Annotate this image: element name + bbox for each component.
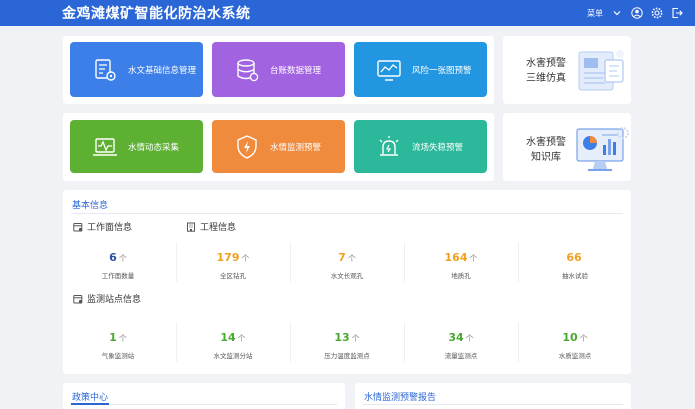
tile-label: 流场失稳预警 <box>412 142 464 153</box>
stat-pumping-tests: 66 抽水试验 <box>520 246 630 280</box>
tile-label: 水情监测预警 <box>270 142 322 153</box>
stat-value: 34 <box>448 331 464 344</box>
divider <box>518 322 519 362</box>
header-actions: 菜单 <box>587 0 683 26</box>
tile-flow-warning[interactable]: 流场失稳预警 <box>354 120 487 173</box>
stat-label: 水文监测分站 <box>213 352 253 360</box>
stat-label: 气象监测站 <box>101 352 135 360</box>
card-label: 水害预警 知识库 <box>526 137 566 163</box>
stat-label: 流量监测点 <box>444 352 478 360</box>
stat-unit: 个 <box>469 254 478 263</box>
water-report-panel: 水情监测预警报告 <box>355 383 631 409</box>
stat-unit: 个 <box>579 334 588 343</box>
stat-value: 14 <box>220 331 236 344</box>
stat-pressure-temp-points: 13 个 压力温度监测点 <box>292 326 402 360</box>
stat-value: 179 <box>216 251 240 264</box>
divider <box>176 322 177 362</box>
stat-work-faces: 6个 工作面数量 <box>63 246 173 280</box>
tile-label: 水情动态采集 <box>128 142 180 153</box>
document-illustration-icon <box>575 46 629 100</box>
card-label: 水害预警 三维仿真 <box>526 58 566 84</box>
stat-observation-holes: 7个 水文长观孔 <box>292 246 402 280</box>
stat-label: 水文长观孔 <box>330 272 364 280</box>
stat-value: 164 <box>444 251 468 264</box>
stat-unit: 个 <box>465 334 474 343</box>
section-divider <box>363 404 623 405</box>
tile-risk-map[interactable]: 风险一张图预警 <box>354 42 487 97</box>
policy-center-title[interactable]: 政策中心 <box>72 390 108 403</box>
active-tab-underline <box>71 403 109 405</box>
water-report-title[interactable]: 水情监测预警报告 <box>364 390 436 403</box>
section-divider <box>71 404 337 405</box>
user-icon[interactable] <box>631 7 643 19</box>
laptop-pulse-icon <box>90 132 120 162</box>
stat-unit: 个 <box>237 334 246 343</box>
calendar-gear-icon <box>73 294 83 304</box>
tile-label: 台账数据管理 <box>270 65 322 76</box>
stat-geology-holes: 164 个 地质孔 <box>406 246 516 280</box>
tile-ledger-data[interactable]: 台账数据管理 <box>212 42 345 97</box>
divider <box>404 322 405 362</box>
stat-unit: 个 <box>118 254 127 263</box>
stat-flow-points: 34 个 流量监测点 <box>406 326 516 360</box>
tile-label: 风险一张图预警 <box>412 65 472 76</box>
stat-water-quality-points: 10 个 水质监测点 <box>520 326 630 360</box>
divider <box>290 242 291 282</box>
database-icon <box>232 55 262 85</box>
tile-water-collect[interactable]: 水情动态采集 <box>70 120 203 173</box>
stat-value: 1 <box>109 331 117 344</box>
menu-button[interactable]: 菜单 <box>587 8 603 19</box>
tile-label: 水文基础信息管理 <box>128 65 197 76</box>
logout-icon[interactable] <box>671 7 683 19</box>
divider <box>176 242 177 282</box>
stat-label: 地质孔 <box>451 272 471 280</box>
shield-bolt-icon <box>232 132 262 162</box>
dashboard-illustration-icon <box>573 123 631 181</box>
document-gear-icon <box>90 55 120 85</box>
divider <box>404 242 405 282</box>
stat-label: 水质监测点 <box>558 352 592 360</box>
building-icon <box>186 222 196 232</box>
divider <box>290 322 291 362</box>
card-3d-simulation[interactable]: 水害预警 三维仿真 <box>503 36 631 104</box>
stat-label: 全区钻孔 <box>220 272 246 280</box>
app-header: 金鸡滩煤矿智能化防治水系统 菜单 <box>0 0 695 26</box>
stat-hydro-substations: 14 个 水文监测分站 <box>178 326 288 360</box>
stat-label: 压力温度监测点 <box>324 352 370 360</box>
tile-hydro-info[interactable]: 水文基础信息管理 <box>70 42 203 97</box>
basic-info-panel: 基本信息 工作面信息 工程信息 6个 工作面数量 179 个 全区钻孔 7个 水文… <box>63 190 631 374</box>
stat-label: 抽水试验 <box>562 272 588 280</box>
monitor-chart-icon <box>374 55 404 85</box>
stat-unit: 个 <box>118 334 127 343</box>
work-face-title: 工作面信息 <box>73 220 132 233</box>
card-knowledge-base[interactable]: 水害预警 知识库 <box>503 113 631 181</box>
stat-value: 66 <box>566 251 582 264</box>
alarm-light-icon <box>374 132 404 162</box>
stat-weather-stations: 1个 气象监测站 <box>63 326 173 360</box>
stat-value: 7 <box>338 251 346 264</box>
policy-center-panel: 政策中心 <box>63 383 345 409</box>
section-divider <box>71 213 623 214</box>
stat-value: 10 <box>562 331 578 344</box>
stat-unit: 个 <box>351 334 360 343</box>
calendar-gear-icon <box>73 222 83 232</box>
stat-all-boreholes: 179 个 全区钻孔 <box>178 246 288 280</box>
stat-value: 13 <box>334 331 350 344</box>
tile-water-warning[interactable]: 水情监测预警 <box>212 120 345 173</box>
stat-label: 工作面数量 <box>101 272 135 280</box>
gear-icon[interactable] <box>651 7 663 19</box>
divider <box>518 242 519 282</box>
chevron-down-icon[interactable] <box>611 7 623 19</box>
section-title: 基本信息 <box>72 201 109 211</box>
app-title: 金鸡滩煤矿智能化防治水系统 <box>62 6 251 22</box>
stat-unit: 个 <box>241 254 250 263</box>
station-title: 监测站点信息 <box>73 292 141 305</box>
stat-value: 6 <box>109 251 117 264</box>
project-title: 工程信息 <box>186 220 236 233</box>
stat-unit: 个 <box>347 254 356 263</box>
